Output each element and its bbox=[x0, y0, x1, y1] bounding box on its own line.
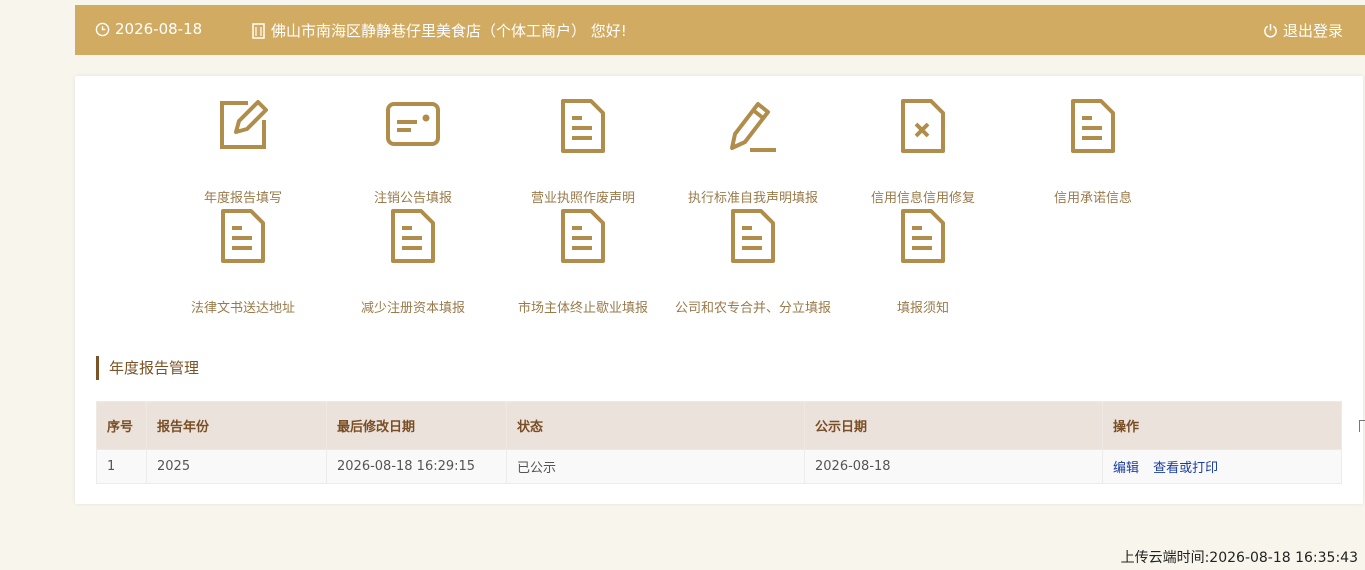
tile-credit-repair[interactable]: 信用信息信用修复 bbox=[838, 98, 1008, 206]
tile-label: 填报须知 bbox=[896, 301, 949, 316]
power-icon bbox=[1264, 23, 1277, 38]
logout-label: 退出登录 bbox=[1282, 22, 1343, 40]
tile-label: 营业执照作废声明 bbox=[530, 191, 635, 206]
edit-link[interactable]: 编辑 bbox=[1113, 461, 1139, 476]
tile-capital-reduction[interactable]: 减少注册资本填报 bbox=[328, 208, 498, 316]
tile-merger-split[interactable]: 公司和农专合并、分立填报 bbox=[668, 208, 838, 316]
logout-button[interactable]: 退出登录 bbox=[1263, 20, 1343, 41]
column-header: 报告年份 bbox=[146, 401, 327, 450]
tile-label: 减少注册资本填报 bbox=[360, 301, 465, 316]
header-company: 佛山市南海区静静巷仔里美食店（个体工商户） 您好! bbox=[252, 20, 627, 41]
tile-label: 公司和农专合并、分立填报 bbox=[674, 301, 831, 316]
table-row: 1 2025 2026-08-18 16:29:15 已公示 2026-08-1… bbox=[96, 449, 1342, 484]
document-icon bbox=[221, 209, 265, 263]
column-header: 公示日期 bbox=[804, 401, 1103, 450]
tile-label: 执行标准自我声明填报 bbox=[687, 191, 818, 206]
cell-actions: 编辑 查看或打印 bbox=[1102, 449, 1342, 484]
tile-filing-notice[interactable]: 填报须知 bbox=[838, 208, 1008, 316]
column-header: 最后修改日期 bbox=[326, 401, 507, 450]
document-x-icon bbox=[901, 99, 945, 153]
tile-cancellation-notice[interactable]: 注销公告填报 bbox=[328, 98, 498, 206]
column-header: 状态 bbox=[506, 401, 805, 450]
document-icon bbox=[1071, 99, 1115, 153]
tile-business-suspension[interactable]: 市场主体终止歇业填报 bbox=[498, 208, 668, 316]
cell-year: 2025 bbox=[146, 449, 327, 484]
document-icon bbox=[561, 209, 605, 263]
document-icon bbox=[561, 99, 605, 153]
view-print-link[interactable]: 查看或打印 bbox=[1153, 461, 1218, 476]
column-header: 操作 bbox=[1102, 401, 1342, 450]
pen-icon bbox=[730, 102, 776, 152]
cell-publish-date: 2026-08-18 bbox=[804, 449, 1103, 484]
id-card-icon bbox=[386, 102, 440, 146]
edge-mark bbox=[1359, 420, 1365, 432]
document-icon bbox=[731, 209, 775, 263]
tile-legal-address[interactable]: 法律文书送达地址 bbox=[158, 208, 328, 316]
top-bar: 2026-08-18 佛山市南海区静静巷仔里美食店（个体工商户） 您好! 退出登… bbox=[75, 5, 1365, 55]
tile-license-void[interactable]: 营业执照作废声明 bbox=[498, 98, 668, 206]
document-icon bbox=[391, 209, 435, 263]
document-icon bbox=[901, 209, 945, 263]
main-panel: 年度报告填写 注销公告填报 营业执照作废声明 执行标准自我声明填报 信用信息信用… bbox=[75, 76, 1363, 504]
edit-icon bbox=[220, 100, 268, 149]
building-icon bbox=[252, 22, 265, 39]
tile-label: 注销公告填报 bbox=[373, 191, 452, 206]
header-company-text: 佛山市南海区静静巷仔里美食店（个体工商户） 您好! bbox=[271, 22, 627, 40]
tile-label: 法律文书送达地址 bbox=[190, 301, 295, 316]
tile-label: 市场主体终止歇业填报 bbox=[517, 301, 648, 316]
annual-report-table: 序号 报告年份 最后修改日期 状态 公示日期 操作 1 2025 2026-08… bbox=[96, 401, 1342, 484]
clock-icon bbox=[95, 22, 110, 36]
tile-standard-declaration[interactable]: 执行标准自我声明填报 bbox=[668, 98, 838, 206]
tile-annual-report[interactable]: 年度报告填写 bbox=[158, 98, 328, 206]
header-date-text: 2026-08-18 bbox=[115, 20, 203, 38]
section-title: 年度报告管理 bbox=[96, 356, 199, 380]
column-header: 序号 bbox=[96, 401, 147, 450]
header-date: 2026-08-18 bbox=[95, 20, 202, 38]
table-header-row: 序号 报告年份 最后修改日期 状态 公示日期 操作 bbox=[96, 401, 1342, 450]
upload-time: 上传云端时间:2026-08-18 16:35:43 bbox=[1120, 550, 1358, 566]
tile-credit-commitment[interactable]: 信用承诺信息 bbox=[1008, 98, 1178, 206]
tile-label: 年度报告填写 bbox=[203, 191, 282, 206]
tile-label: 信用信息信用修复 bbox=[870, 191, 975, 206]
tile-label: 信用承诺信息 bbox=[1053, 191, 1132, 206]
cell-index: 1 bbox=[96, 449, 147, 484]
cell-modified: 2026-08-18 16:29:15 bbox=[326, 449, 507, 484]
cell-status: 已公示 bbox=[506, 449, 805, 484]
